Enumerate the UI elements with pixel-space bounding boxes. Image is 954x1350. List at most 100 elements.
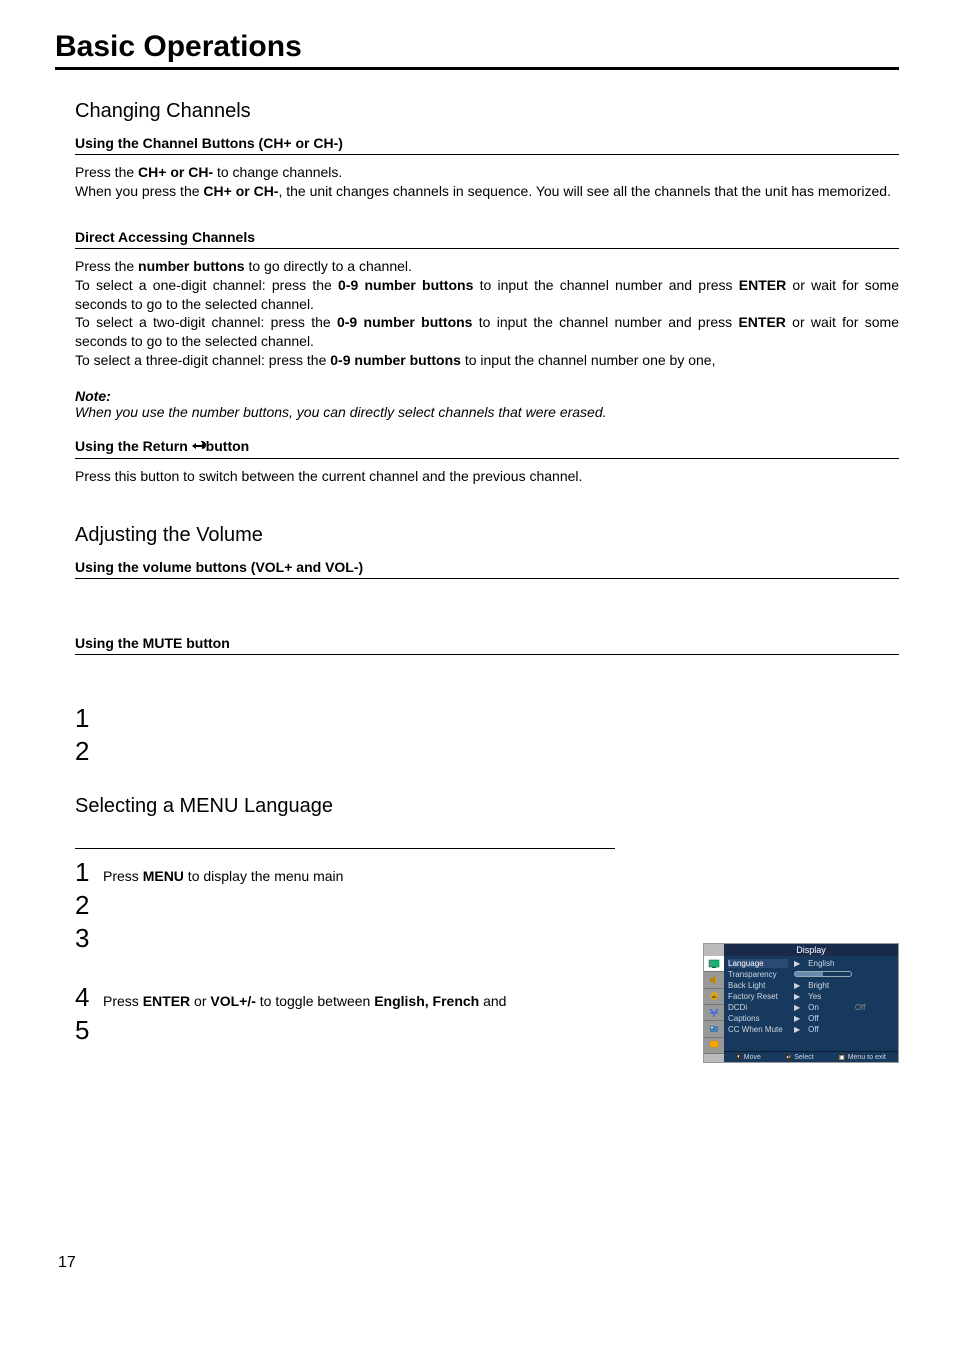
- subheading-direct-access: Direct Accessing Channels: [75, 229, 899, 249]
- text-bold: ENTER: [143, 993, 190, 1009]
- text: Menu to exit: [848, 1054, 886, 1061]
- osd-label: Language: [728, 959, 788, 968]
- osd-label: Back Light: [728, 981, 788, 990]
- osd-row: Language ▶ English: [728, 958, 894, 969]
- text-bold: CH+ or CH-: [203, 183, 278, 199]
- picture-icon: [704, 989, 724, 1005]
- osd-value-off: Off: [855, 1003, 866, 1012]
- osd-footer: ◐Move ↵Select ▣Menu to exit: [724, 1051, 898, 1062]
- osd-footer-exit: ▣Menu to exit: [838, 1054, 886, 1061]
- osd-label: Captions: [728, 1014, 788, 1023]
- text-bold: 0-9 number buttons: [338, 277, 473, 293]
- text-bold: CH+ or CH-: [138, 164, 213, 180]
- osd-row: Captions ▶ Off: [728, 1013, 894, 1024]
- step-text: Press ENTER or VOL+/- to toggle between …: [101, 993, 506, 1009]
- rule-partial: [75, 830, 899, 849]
- list-item: 1: [75, 703, 899, 734]
- text: Press the: [75, 258, 138, 274]
- text-bold: number buttons: [138, 258, 245, 274]
- step-number: 5: [75, 1015, 101, 1046]
- osd-row: DCDi ▶ On Off: [728, 1002, 894, 1013]
- dpad-icon: ◐: [736, 1054, 742, 1060]
- play-icon: ▶: [794, 1003, 800, 1012]
- osd-icon-column: [704, 956, 724, 1054]
- enter-icon: ↵: [785, 1054, 792, 1061]
- osd-title: Display: [724, 944, 898, 956]
- osd-value: On: [808, 1003, 819, 1012]
- text: , the unit changes channels in sequence.…: [278, 183, 891, 199]
- step-number: 4: [75, 982, 101, 1013]
- osd-row: CC When Mute ▶ Off: [728, 1024, 894, 1035]
- osd-row: Factory Reset ▶ Yes: [728, 991, 894, 1002]
- text-bold: ENTER: [739, 277, 786, 293]
- list-item: 2: [75, 890, 899, 921]
- heading-adjusting-volume: Adjusting the Volume: [75, 524, 899, 547]
- text: To select a one-digit channel: press the: [75, 277, 338, 293]
- osd-row: Transparency: [728, 969, 894, 980]
- step-number: 2: [75, 736, 101, 767]
- note-body: When you use the number buttons, you can…: [75, 404, 899, 420]
- osd-value: Off: [808, 1025, 819, 1034]
- text: to change channels.: [213, 164, 342, 180]
- text: Using the Return: [75, 438, 192, 454]
- text: to input the channel number one by one,: [461, 352, 716, 368]
- text: Press: [103, 993, 143, 1009]
- osd-value: Bright: [808, 981, 829, 990]
- text-bold: MENU: [143, 868, 184, 884]
- text-bold: ENTER: [738, 314, 785, 330]
- text-return-button: Press this button to switch between the …: [75, 467, 899, 486]
- text: and: [479, 993, 506, 1009]
- text: When you press the: [75, 183, 203, 199]
- osd-menu-graphic: Display Language ▶ English Transparency …: [703, 943, 899, 1063]
- play-icon: ▶: [794, 981, 800, 990]
- osd-value: Yes: [808, 992, 821, 1001]
- text-bold: 0-9 number buttons: [337, 314, 472, 330]
- note-heading: Note:: [75, 388, 899, 404]
- list-item: 2: [75, 736, 899, 767]
- text-direct-access: Press the number buttons to go directly …: [75, 257, 899, 370]
- text-bold: VOL+/-: [210, 993, 256, 1009]
- osd-body: Language ▶ English Transparency Back Lig…: [704, 956, 898, 1054]
- play-icon: ▶: [794, 992, 800, 1001]
- osd-footer-select: ↵Select: [785, 1054, 814, 1061]
- osd-value: Off: [808, 1014, 819, 1023]
- subheading-volume-buttons: Using the volume buttons (VOL+ and VOL-): [75, 559, 899, 579]
- step-number: 1: [75, 857, 101, 888]
- play-icon: ▶: [794, 959, 800, 968]
- osd-value: English: [808, 959, 834, 968]
- text-bold: English, French: [374, 993, 479, 1009]
- osd-footer-move: ◐Move: [736, 1054, 761, 1061]
- osd-row: Back Light ▶ Bright: [728, 980, 894, 991]
- channel-icon: [704, 1021, 724, 1037]
- page-number: 17: [58, 1254, 76, 1272]
- page-content: Changing Channels Using the Channel Butt…: [55, 100, 899, 1046]
- text: To select a three-digit channel: press t…: [75, 352, 330, 368]
- text: to input the channel number and press: [472, 314, 738, 330]
- step-number: 3: [75, 923, 101, 954]
- text-channel-buttons: Press the CH+ or CH- to change channels.…: [75, 163, 899, 201]
- text-bold: 0-9 number buttons: [330, 352, 461, 368]
- slider-icon: [794, 971, 852, 977]
- text: or: [190, 993, 210, 1009]
- settings-icon: [704, 1005, 724, 1021]
- step-text: Press MENU to display the menu main: [101, 868, 343, 884]
- list-item: 1 Press MENU to display the menu main: [75, 857, 899, 888]
- osd-label: Transparency: [728, 970, 788, 979]
- text: button: [206, 438, 250, 454]
- text: To select a two-digit channel: press the: [75, 314, 337, 330]
- page-title: Basic Operations: [55, 30, 899, 70]
- osd-label: Factory Reset: [728, 992, 788, 1001]
- text: to toggle between: [256, 993, 374, 1009]
- text: to input the channel number and press: [473, 277, 738, 293]
- text: Press: [103, 868, 143, 884]
- text: to display the menu main: [184, 868, 344, 884]
- subheading-mute-button: Using the MUTE button: [75, 635, 899, 655]
- step-number: 1: [75, 703, 101, 734]
- subheading-channel-buttons: Using the Channel Buttons (CH+ or CH-): [75, 135, 899, 155]
- osd-label: CC When Mute: [728, 1025, 788, 1034]
- osd-label: DCDi: [728, 1003, 788, 1012]
- sound-icon: [704, 972, 724, 988]
- step-number: 2: [75, 890, 101, 921]
- play-icon: ▶: [794, 1014, 800, 1023]
- display-icon: [704, 956, 724, 972]
